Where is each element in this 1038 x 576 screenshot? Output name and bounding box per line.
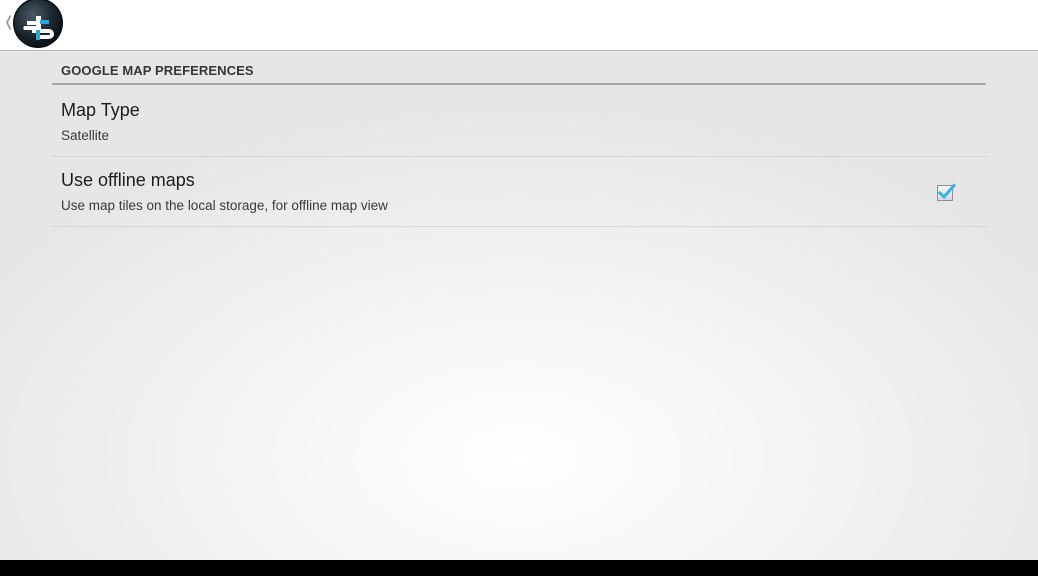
category-title: GOOGLE MAP PREFERENCES	[61, 63, 254, 78]
preferences-content: GOOGLE MAP PREFERENCES Map Type Satellit…	[0, 51, 1038, 560]
action-bar: ❬	[0, 0, 1038, 51]
preference-map-type[interactable]: Map Type Satellite	[52, 87, 986, 157]
system-navigation-bar	[0, 560, 1038, 576]
preference-summary: Use map tiles on the local storage, for …	[61, 198, 388, 213]
preference-title: Map Type	[61, 100, 140, 120]
preference-summary: Satellite	[61, 128, 110, 143]
preference-use-offline-maps[interactable]: Use offline maps Use map tiles on the lo…	[52, 157, 986, 227]
app-logo-icon[interactable]	[12, 0, 64, 48]
preference-title: Use offline maps	[61, 170, 195, 190]
preference-category-header: GOOGLE MAP PREFERENCES	[52, 60, 986, 85]
app-screen: ❬ GOOGLE MAP PREFERENCES Map Type Satell…	[0, 0, 1038, 576]
offline-maps-checkbox[interactable]	[936, 182, 957, 202]
